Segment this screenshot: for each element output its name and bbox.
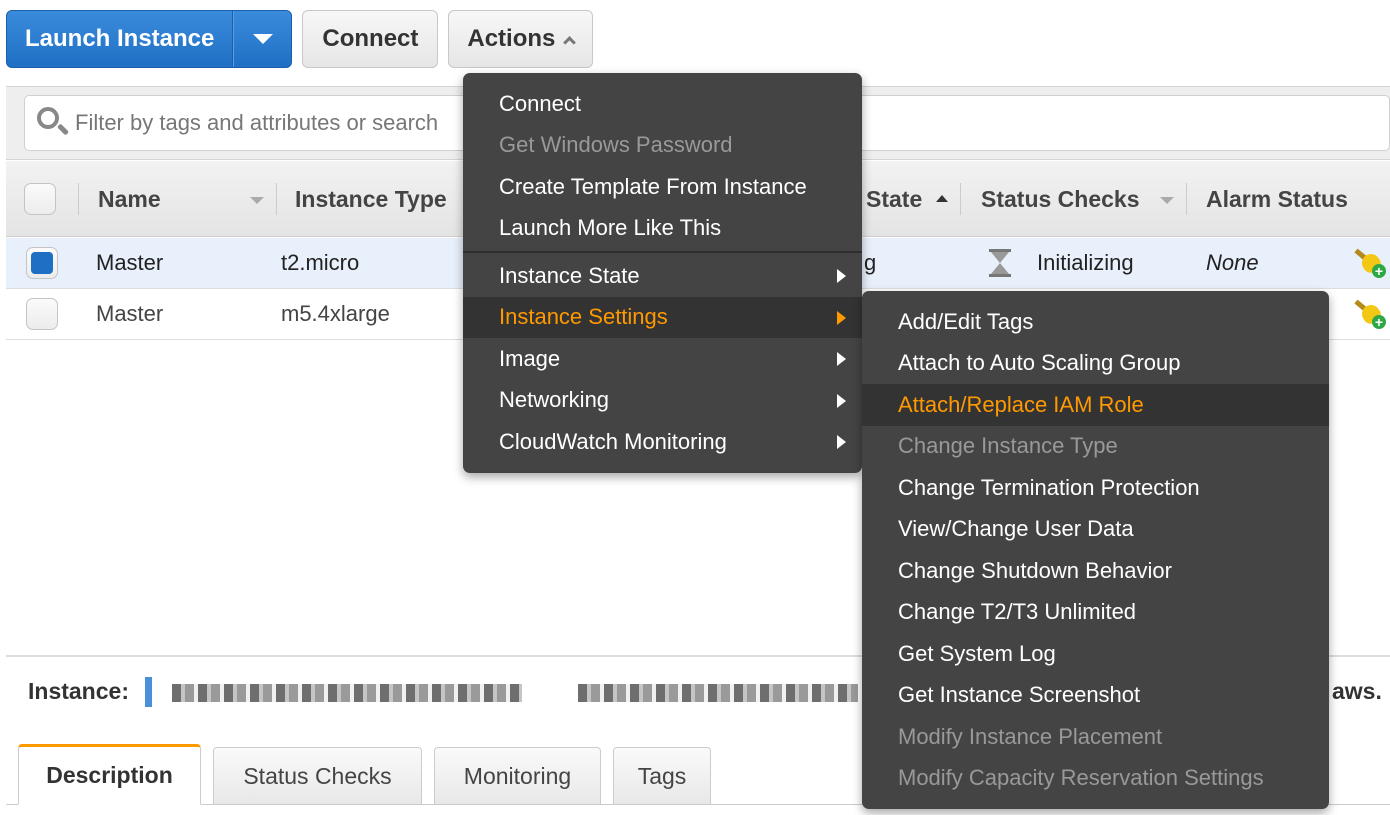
cell-name: Master bbox=[96, 301, 164, 326]
alarm-add-icon: + bbox=[1354, 248, 1386, 278]
menu-item-attach-auto-scaling-group[interactable]: Attach to Auto Scaling Group bbox=[862, 343, 1329, 385]
menu-item-change-instance-type: Change Instance Type bbox=[898, 433, 1118, 459]
menu-item-create-template[interactable]: Create Template From Instance bbox=[463, 166, 862, 208]
chevron-up-icon bbox=[563, 35, 577, 49]
select-all-checkbox[interactable] bbox=[24, 183, 56, 215]
menu-item-attach-replace-iam-role[interactable]: Attach/Replace IAM Role bbox=[862, 384, 1329, 426]
launch-instance-button[interactable]: Launch Instance bbox=[7, 11, 234, 67]
cell-status-checks: Initializing bbox=[1037, 250, 1134, 275]
filter-placeholder: Filter by tags and attributes or search bbox=[75, 110, 439, 135]
actions-menu: Connect Get Windows Password Create Temp… bbox=[463, 73, 862, 473]
row-checkbox[interactable] bbox=[26, 298, 58, 330]
redacted-instance-id bbox=[172, 684, 522, 702]
column-header-instance-state[interactable]: State bbox=[866, 161, 922, 237]
menu-item-view-change-user-data[interactable]: View/Change User Data bbox=[862, 509, 1329, 551]
menu-item-modify-instance-placement: Modify Instance Placement bbox=[898, 723, 1163, 749]
menu-item-get-system-log[interactable]: Get System Log bbox=[862, 633, 1329, 675]
tab-description[interactable]: Description bbox=[18, 744, 201, 805]
menu-item-change-t2-t3-unlimited[interactable]: Change T2/T3 Unlimited bbox=[862, 592, 1329, 634]
menu-item-label: Instance State bbox=[499, 262, 640, 288]
caret-down-icon bbox=[252, 34, 273, 44]
submenu-arrow-icon bbox=[837, 352, 846, 366]
column-label: Name bbox=[98, 185, 161, 212]
column-divider bbox=[78, 183, 79, 215]
cell-instance-state: g bbox=[864, 250, 877, 275]
menu-item-launch-more-like-this[interactable]: Launch More Like This bbox=[463, 208, 862, 250]
submenu-arrow-icon bbox=[837, 435, 846, 449]
column-label: Alarm Status bbox=[1206, 185, 1348, 212]
column-label: Status Checks bbox=[981, 185, 1140, 212]
column-header-status-checks[interactable]: Status Checks bbox=[981, 161, 1140, 237]
cell-instance-type: t2.micro bbox=[281, 250, 360, 275]
launch-options-dropdown[interactable] bbox=[233, 11, 291, 67]
tab-tags[interactable]: Tags bbox=[613, 747, 711, 805]
create-alarm-button[interactable]: + bbox=[1354, 238, 1386, 288]
column-header-alarm-status[interactable]: Alarm Status bbox=[1206, 161, 1348, 237]
sort-ascending-icon[interactable] bbox=[936, 195, 948, 202]
connect-label: Connect bbox=[322, 25, 419, 52]
menu-item-get-instance-screenshot[interactable]: Get Instance Screenshot bbox=[862, 675, 1329, 717]
menu-item-label: Instance Settings bbox=[499, 304, 668, 330]
menu-item-get-windows-password: Get Windows Password bbox=[499, 132, 733, 158]
menu-item-modify-capacity-reservation: Modify Capacity Reservation Settings bbox=[898, 765, 1264, 791]
tab-monitoring[interactable]: Monitoring bbox=[434, 747, 601, 805]
menu-item-label: CloudWatch Monitoring bbox=[499, 428, 727, 454]
hostname-tail: aws. bbox=[1332, 678, 1382, 704]
menu-divider bbox=[463, 251, 862, 253]
cell-instance-type: m5.4xlarge bbox=[281, 301, 390, 326]
submenu-arrow-icon bbox=[837, 310, 846, 325]
toolbar: Launch Instance Connect Actions bbox=[6, 10, 594, 68]
create-alarm-button[interactable]: + bbox=[1354, 289, 1386, 339]
cell-name: Master bbox=[96, 250, 164, 275]
menu-item-image[interactable]: Image bbox=[463, 338, 862, 380]
menu-item-change-termination-protection[interactable]: Change Termination Protection bbox=[862, 467, 1329, 509]
menu-item-label: Networking bbox=[499, 387, 610, 413]
tab-status-checks[interactable]: Status Checks bbox=[213, 747, 422, 805]
launch-instance-button-group: Launch Instance bbox=[6, 10, 293, 68]
menu-item-networking[interactable]: Networking bbox=[463, 380, 862, 422]
menu-item-connect[interactable]: Connect bbox=[463, 83, 862, 125]
sort-icon[interactable] bbox=[250, 197, 264, 204]
menu-item-label: Image bbox=[499, 345, 561, 371]
menu-item-change-shutdown-behavior[interactable]: Change Shutdown Behavior bbox=[862, 550, 1329, 592]
alarm-add-icon: + bbox=[1354, 299, 1386, 329]
submenu-arrow-icon bbox=[837, 269, 846, 283]
column-label: State bbox=[866, 185, 923, 212]
actions-button[interactable]: Actions bbox=[448, 10, 594, 68]
row-checkbox[interactable] bbox=[26, 247, 58, 279]
column-divider bbox=[1186, 183, 1187, 215]
menu-item-cloudwatch-monitoring[interactable]: CloudWatch Monitoring bbox=[463, 421, 862, 463]
hourglass-icon bbox=[989, 249, 1011, 277]
column-label: Instance Type bbox=[295, 185, 447, 212]
menu-item-instance-state[interactable]: Instance State bbox=[463, 255, 862, 297]
menu-item-instance-settings[interactable]: Instance Settings bbox=[463, 296, 862, 338]
column-header-instance-type[interactable]: Instance Type bbox=[295, 161, 447, 237]
redacted-instance-hostname bbox=[578, 684, 858, 702]
column-header-name[interactable]: Name bbox=[98, 161, 161, 237]
instance-label: Instance: bbox=[28, 678, 129, 704]
instance-settings-submenu: Add/Edit Tags Attach to Auto Scaling Gro… bbox=[862, 291, 1329, 809]
menu-item-add-edit-tags[interactable]: Add/Edit Tags bbox=[862, 301, 1329, 343]
sort-icon[interactable] bbox=[1160, 197, 1174, 204]
cell-alarm-status: None bbox=[1206, 250, 1259, 275]
submenu-arrow-icon bbox=[837, 393, 846, 408]
column-divider bbox=[276, 183, 277, 215]
connect-button[interactable]: Connect bbox=[302, 10, 439, 68]
hourglass-icon-cell bbox=[989, 238, 1011, 288]
instance-id-marker bbox=[145, 677, 152, 707]
column-divider bbox=[960, 183, 961, 215]
actions-label: Actions bbox=[467, 25, 556, 52]
search-icon bbox=[35, 105, 71, 141]
